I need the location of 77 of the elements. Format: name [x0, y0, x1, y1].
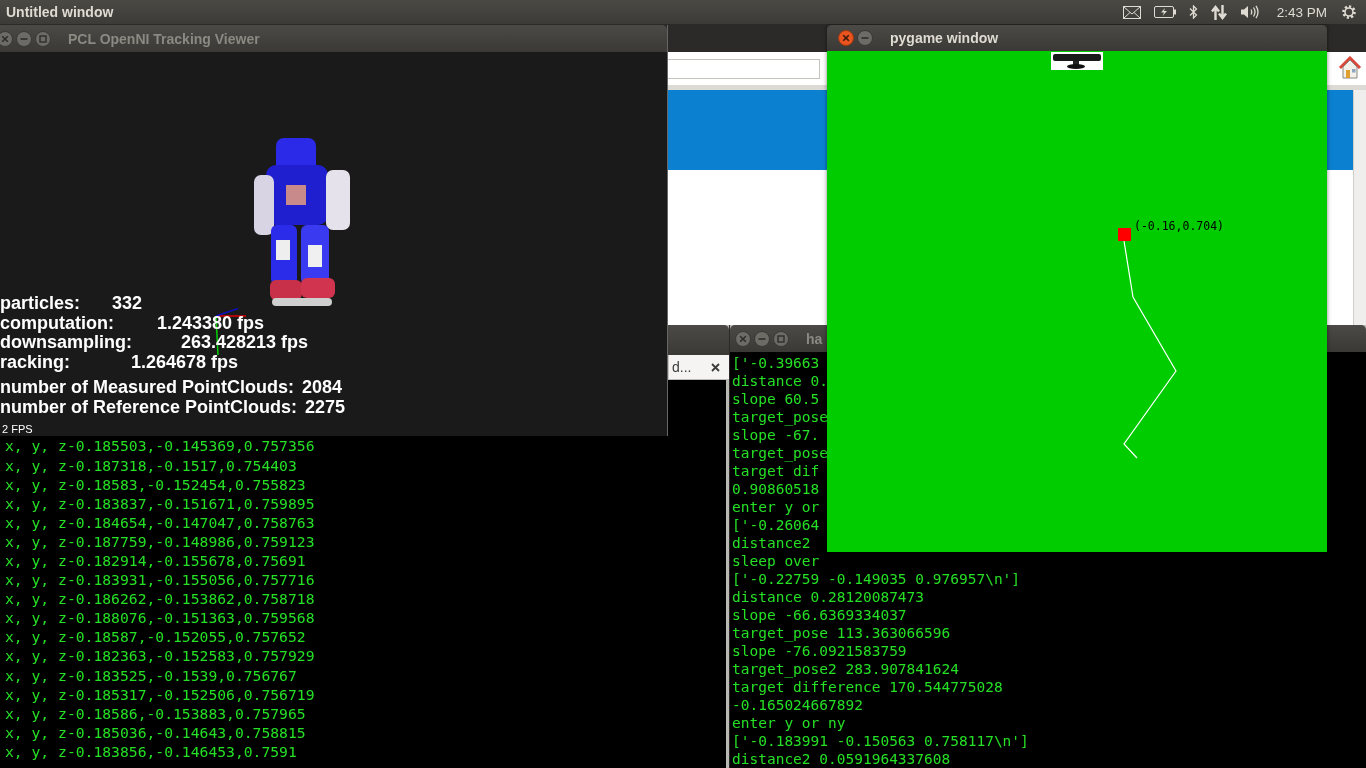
minimize-button[interactable] — [857, 30, 873, 46]
close-button[interactable] — [735, 330, 751, 347]
window-title: Untitled window — [6, 4, 114, 20]
stat-label: number of Reference PointClouds: — [0, 397, 298, 418]
terminal-tab[interactable]: d... — [668, 355, 729, 379]
terminal-line: slope -67. — [732, 426, 820, 444]
terminal-line: enter y or — [732, 498, 820, 516]
terminal-line: distance 0.28120087473 — [732, 588, 925, 606]
terminal-line: 0.90860518 — [732, 480, 820, 498]
mail-icon[interactable] — [1122, 5, 1141, 19]
bluetooth-icon[interactable] — [1188, 5, 1198, 19]
terminal-line: ['-0.183991 -0.150563 0.758117\n'] — [732, 732, 1029, 750]
terminal-line: distance 0. — [732, 372, 829, 390]
terminal-line: x, y, z-0.183931,-0.155056,0.757716 — [5, 570, 315, 590]
terminal-line: sleep over — [732, 552, 820, 570]
scrollbar[interactable] — [1353, 90, 1366, 325]
terminal-line: target_pose — [732, 444, 829, 462]
battery-icon[interactable] — [1153, 6, 1176, 18]
address-field[interactable] — [668, 59, 820, 79]
maximize-button[interactable] — [35, 30, 51, 47]
close-button[interactable] — [838, 30, 854, 46]
terminal-line: ['-0.22759 -0.149035 0.976957\n'] — [732, 570, 1021, 588]
fps-counter: 2 FPS — [2, 423, 33, 436]
terminal-line: x, y, z-0.18586,-0.153883,0.757965 — [5, 703, 306, 723]
settings-icon[interactable] — [1340, 3, 1358, 21]
stat-label: particles: — [0, 294, 82, 314]
terminal-line: target_pose2 283.907841624 — [732, 660, 959, 678]
minimize-button[interactable] — [754, 330, 770, 347]
stat-label: computation: — [0, 313, 115, 334]
terminal-line: x, y, z-0.182914,-0.155678,0.75691 — [5, 550, 306, 571]
terminal-line: x, y, z-0.185036,-0.14643,0.758815 — [5, 722, 306, 742]
terminal-line: x, y, z-0.18587,-0.152055,0.757652 — [5, 627, 306, 647]
terminal-line: x, y, z-0.185503,-0.145369,0.757356 — [5, 436, 315, 456]
stat-value: 2084 — [302, 377, 343, 398]
terminal-line: distance2 0.0591964337608 — [732, 750, 951, 768]
terminal-line: slope -76.0921583759 — [732, 642, 907, 660]
terminal-line: target_pose — [732, 408, 829, 426]
terminal-line: target dif — [732, 462, 820, 480]
terminal-line: x, y, z-0.183856,-0.146453,0.7591 — [5, 741, 297, 761]
terminal-line: slope -66.6369334037 — [732, 606, 907, 624]
marker-label: (-0.16,0.704) — [1134, 219, 1224, 233]
terminal-line: -0.165024667892 — [732, 696, 863, 714]
network-icon[interactable] — [1210, 4, 1227, 20]
close-icon[interactable] — [711, 362, 720, 372]
terminal-line: enter y or ny — [732, 714, 846, 732]
terminal-line: x, y, z-0.185317,-0.152506,0.756719 — [5, 684, 315, 704]
stat-value: 1.264678 fps — [131, 352, 239, 373]
stat-label: racking: — [0, 352, 71, 373]
clock[interactable]: 2:43 PM — [1276, 4, 1327, 20]
terminal-line: x, y, z-0.186262,-0.153862,0.758718 — [5, 589, 315, 609]
terminal-line: x, y, z-0.18583,-0.152454,0.755823 — [5, 474, 306, 494]
window-title: ha — [806, 330, 823, 347]
terminal-line: ['-0.39663 — [732, 354, 820, 372]
window-title: pygame window — [890, 30, 999, 46]
volume-icon[interactable] — [1239, 5, 1260, 19]
terminal-line: x, y, z-0.187759,-0.148986,0.759123 — [5, 531, 315, 551]
terminal-line: distance2 — [732, 534, 811, 552]
stat-label: number of Measured PointClouds: — [0, 377, 294, 398]
stat-label: downsampling: — [0, 333, 133, 353]
terminal-line: x, y, z-0.182363,-0.152583,0.757929 — [5, 646, 315, 666]
terminal-line: x, y, z-0.187318,-0.1517,0.754403 — [5, 455, 297, 475]
terminal-line: x, y, z-0.184654,-0.147047,0.758763 — [5, 512, 315, 532]
home-icon[interactable] — [1338, 56, 1362, 80]
position-marker — [1118, 228, 1131, 241]
terminal-line: target difference 170.544775028 — [732, 678, 1003, 696]
terminal-line: x, y, z-0.188076,-0.151363,0.759568 — [5, 608, 315, 628]
terminal-line: ['-0.26064 — [732, 516, 820, 534]
close-button[interactable] — [0, 30, 13, 47]
terminal-line: x, y, z-0.183525,-0.1539,0.756767 — [5, 665, 297, 685]
minimize-button[interactable] — [16, 30, 32, 47]
stat-value: 332 — [112, 294, 143, 314]
window-title: PCL OpenNI Tracking Viewer — [68, 30, 260, 47]
terminal-line: x, y, z-0.183837,-0.151671,0.759895 — [5, 493, 315, 513]
stat-value: 2275 — [305, 397, 346, 418]
maximize-button[interactable] — [773, 330, 789, 347]
terminal-line: slope 60.5 — [732, 390, 820, 408]
terminal-line: target_pose 113.363066596 — [732, 624, 951, 642]
